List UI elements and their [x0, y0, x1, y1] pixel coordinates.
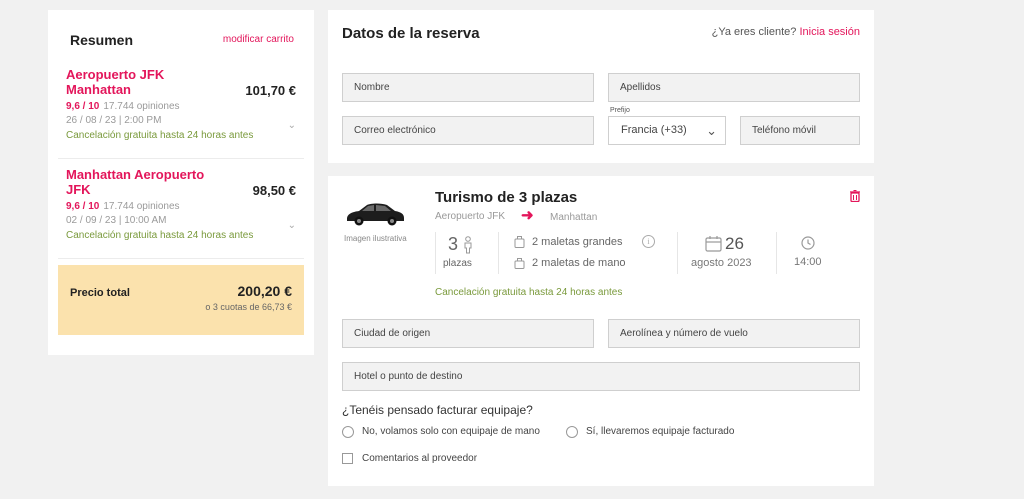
- car-image: [347, 203, 404, 226]
- radio-no-label[interactable]: No, volamos solo con equipaje de mano: [362, 426, 540, 437]
- origin-city-field[interactable]: Ciudad de origen: [342, 319, 594, 348]
- trip-item-outbound: Aeropuerto JFK Manhattan 101,70 € 9,6 / …: [66, 67, 300, 141]
- bag-icon: [514, 258, 525, 270]
- chevron-down-icon[interactable]: ⌄: [288, 220, 296, 231]
- login-prompt: ¿Ya eres cliente? Inicia sesión: [711, 26, 860, 38]
- large-bags: 2 maletas grandes: [514, 236, 623, 249]
- transfer-panel: Imagen ilustrativa Turismo de 3 plazas A…: [328, 176, 874, 486]
- installments-text: o 3 cuotas de 66,73 €: [205, 302, 292, 312]
- person-icon: [464, 236, 472, 254]
- trip-rating: 9,6 / 10 17.744 opiniones: [66, 201, 180, 212]
- trip-item-return: Manhattan Aeropuerto JFK 98,50 € 9,6 / 1…: [66, 167, 300, 241]
- trip-price: 101,70 €: [245, 83, 296, 98]
- origin-label: Aeropuerto JFK: [435, 211, 506, 222]
- seats-number: 3: [448, 234, 459, 254]
- radio-checked-luggage[interactable]: [566, 426, 578, 438]
- arrow-right-icon: ➜: [521, 207, 534, 224]
- luggage-question: ¿Tenéis pensado facturar equipaje?: [342, 403, 533, 417]
- phone-field[interactable]: Teléfono móvil: [740, 116, 860, 145]
- free-cancellation: Cancelación gratuita hasta 24 horas ante…: [435, 287, 623, 298]
- chevron-down-icon: ⌄: [706, 123, 717, 138]
- pickup-time: 14:00: [794, 256, 822, 268]
- trip-datetime: 26 / 08 / 23 | 2:00 PM: [66, 115, 162, 126]
- radio-no-luggage[interactable]: [342, 426, 354, 438]
- trash-icon[interactable]: [850, 190, 860, 202]
- destination-label: Manhattan: [550, 212, 598, 223]
- comments-checkbox[interactable]: [342, 453, 353, 464]
- calendar-icon: [705, 236, 722, 252]
- chevron-down-icon[interactable]: ⌄: [288, 120, 296, 131]
- divider: [58, 158, 304, 159]
- airline-flight-field[interactable]: Aerolínea y número de vuelo: [608, 319, 860, 348]
- trip-datetime: 02 / 09 / 23 | 10:00 AM: [66, 215, 167, 226]
- divider: [677, 232, 678, 274]
- divider: [776, 232, 777, 274]
- radio-yes-label[interactable]: Sí, llevaremos equipaje facturado: [586, 426, 734, 437]
- trip-rating: 9,6 / 10 17.744 opiniones: [66, 101, 180, 112]
- seats-label: plazas: [443, 258, 472, 269]
- clock-icon: [801, 236, 815, 250]
- suitcase-icon: [514, 236, 525, 249]
- total-price-box: Precio total 200,20 € o 3 cuotas de 66,7…: [58, 265, 304, 335]
- total-label: Precio total: [70, 287, 130, 299]
- trip-route: Manhattan Aeropuerto JFK: [66, 167, 205, 197]
- trip-cancellation: Cancelación gratuita hasta 24 horas ante…: [66, 130, 254, 141]
- divider: [498, 232, 499, 274]
- booking-details-panel: Datos de la reserva ¿Ya eres cliente? In…: [328, 10, 874, 163]
- name-field[interactable]: Nombre: [342, 73, 594, 102]
- date-month: agosto 2023: [691, 257, 752, 269]
- hand-bags: 2 maletas de mano: [514, 257, 626, 270]
- info-icon[interactable]: i: [642, 235, 655, 248]
- modify-cart-link[interactable]: modificar carrito: [223, 34, 294, 45]
- divider: [435, 232, 436, 274]
- email-field[interactable]: Correo electrónico: [342, 116, 594, 145]
- prefix-label: Prefijo: [610, 107, 630, 114]
- trip-price: 98,50 €: [252, 183, 296, 198]
- prefix-select[interactable]: Francia (+33) ⌄: [608, 116, 726, 145]
- image-caption: Imagen ilustrativa: [344, 234, 407, 243]
- date-day: 26: [725, 234, 744, 253]
- total-price: 200,20 €: [237, 283, 293, 299]
- trip-cancellation: Cancelación gratuita hasta 24 horas ante…: [66, 230, 254, 241]
- login-link[interactable]: Inicia sesión: [799, 26, 860, 38]
- page-title: Datos de la reserva: [342, 25, 480, 42]
- comments-label[interactable]: Comentarios al proveedor: [362, 453, 477, 464]
- trip-route: Aeropuerto JFK Manhattan: [66, 67, 165, 97]
- divider: [58, 258, 304, 259]
- summary-title: Resumen: [70, 32, 134, 48]
- summary-panel: Resumen modificar carrito Aeropuerto JFK…: [48, 10, 314, 355]
- vehicle-title: Turismo de 3 plazas: [435, 189, 578, 206]
- hotel-destination-field[interactable]: Hotel o punto de destino: [342, 362, 860, 391]
- surname-field[interactable]: Apellidos: [608, 73, 860, 102]
